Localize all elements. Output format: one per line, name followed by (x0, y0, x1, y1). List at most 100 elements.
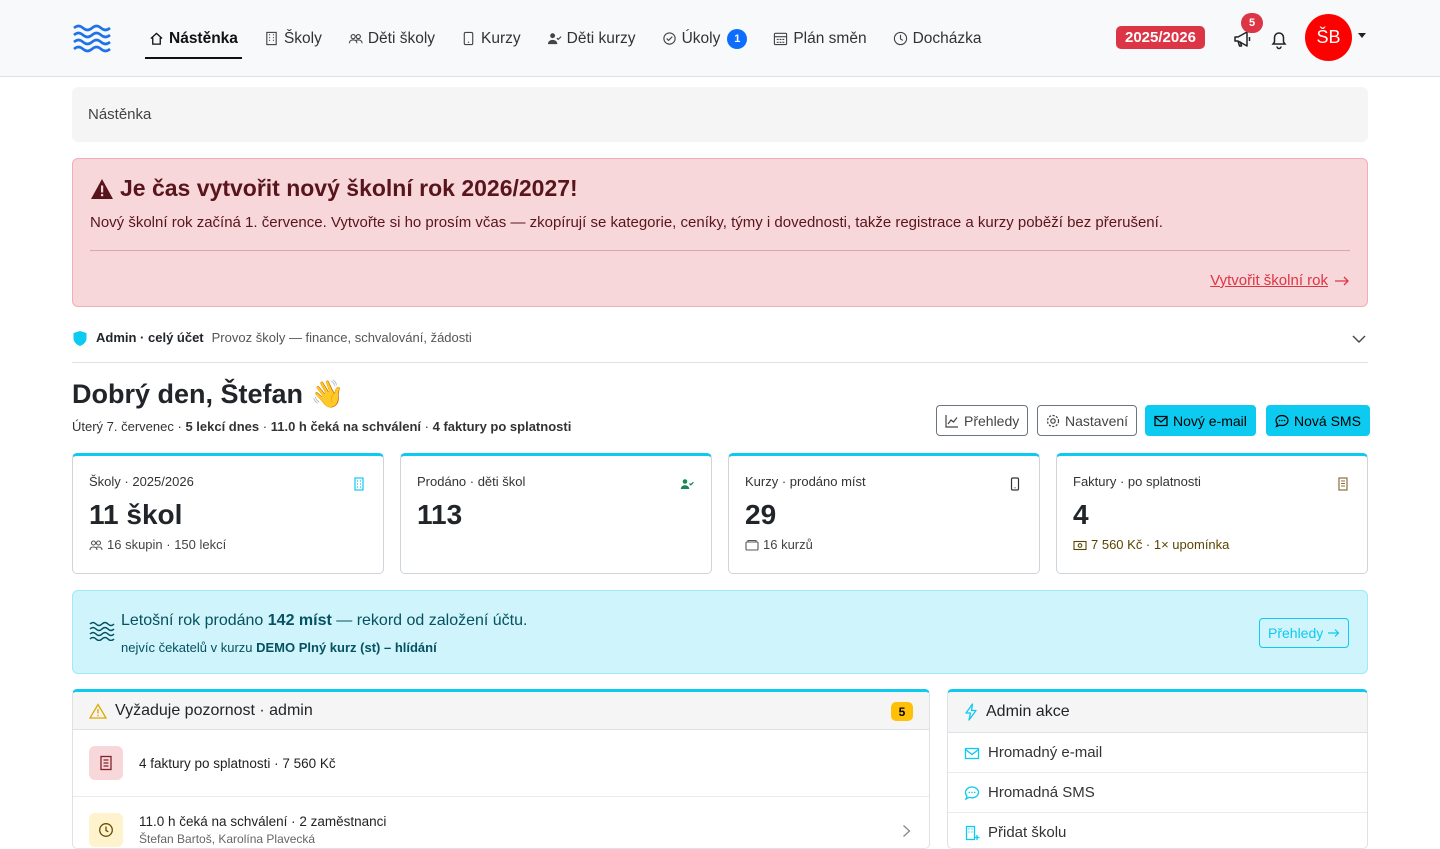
alert-title-text: Je čas vytvořit nový školní rok 2026/202… (120, 175, 578, 201)
nav-label: Školy (283, 29, 322, 47)
receipt-icon (100, 755, 112, 771)
person-check-icon (680, 479, 694, 489)
new-email-button[interactable]: Nový e-mail (1145, 405, 1256, 436)
new-school-year-alert: Je čas vytvořit nový školní rok 2026/202… (72, 158, 1368, 307)
banner-sub-text: nejvíc čekatelů v kurzu DEMO Plný kurz (… (121, 640, 437, 655)
admin-actions-panel: Admin akce Hromadný e-mail Hromadná SMS … (947, 689, 1368, 849)
chevron-down-icon[interactable] (1352, 334, 1366, 344)
greeting-invoices: 4 faktury po splatnosti (432, 419, 572, 434)
user-avatar[interactable]: ŠB (1305, 14, 1352, 61)
card-sub-text: 7 560 Kč · 1× upomínka (1091, 537, 1230, 552)
nav-item-shift-plan[interactable]: Plán směn (769, 0, 870, 77)
nav-label: Děti školy (367, 29, 436, 47)
settings-button-label: Nastavení (1065, 412, 1129, 429)
people-icon (89, 539, 103, 550)
attention-item[interactable]: 4 faktury po splatnosti · 7 560 Kč (73, 730, 929, 797)
nav-item-school-children[interactable]: Děti školy (344, 0, 439, 77)
greeting-date: Úterý 7. červenec · (72, 419, 186, 434)
chat-dots-icon (1275, 414, 1289, 428)
banner-overview-button[interactable]: Přehledy (1259, 618, 1350, 648)
waves-icon (89, 621, 115, 641)
attention-item-subtitle: Štefan Bartoš, Karolína Plavecká (139, 832, 316, 846)
add-school-label: Přidat školu (988, 824, 1067, 841)
role-label: Admin · celý účet (96, 330, 204, 345)
settings-button[interactable]: Nastavení (1037, 405, 1138, 436)
folder-icon (745, 539, 759, 551)
add-school-action[interactable]: Přidat školu (948, 813, 1367, 848)
record-sales-banner: Letošní rok prodáno 142 míst — rekord od… (72, 590, 1368, 674)
bell-icon[interactable] (1268, 28, 1290, 50)
chevron-right-icon (903, 825, 911, 837)
admin-actions-title: Admin akce (986, 703, 1070, 720)
nav-label: Plán směn (793, 29, 867, 47)
chat-dots-icon (964, 785, 980, 800)
top-navbar: Nástěnka Školy Děti školy Kurzy Děti kur… (0, 0, 1440, 77)
home-icon (150, 32, 163, 45)
banner-highlight: 142 míst (267, 612, 332, 629)
stat-card-courses[interactable]: Kurzy · prodáno míst 29 16 kurzů (728, 453, 1040, 574)
card-label: Prodáno · děti škol (417, 474, 526, 489)
role-selector[interactable]: Admin · celý účet Provoz školy — finance… (72, 330, 1368, 363)
tablet-icon (1010, 477, 1020, 491)
nav-item-tasks[interactable]: Úkoly 1 (658, 0, 752, 77)
card-sub-text: 16 kurzů (763, 537, 813, 552)
attention-panel-title: Vyžaduje pozornost · admin (115, 701, 313, 719)
envelope-icon (1154, 415, 1168, 426)
envelope-icon (964, 747, 980, 759)
nav-item-course-children[interactable]: Děti kurzy (543, 0, 640, 77)
gear-icon (1046, 414, 1060, 427)
overview-button-label: Přehledy (964, 412, 1020, 429)
person-check-icon (547, 33, 562, 45)
new-sms-button[interactable]: Nová SMS (1266, 405, 1370, 436)
greeting-pending: 11.0 h čeká na schválení (270, 419, 422, 434)
chart-line-icon (945, 414, 958, 428)
card-value: 11 škol (89, 499, 183, 530)
cash-icon (1073, 540, 1087, 550)
greeting-title: Dobrý den, Štefan 👋 (72, 379, 345, 409)
alert-text: Nový školní rok začíná 1. července. Vytv… (90, 214, 1163, 231)
warning-triangle-icon (89, 702, 107, 719)
card-value: 113 (417, 499, 463, 530)
bulk-sms-action[interactable]: Hromadná SMS (948, 773, 1367, 813)
card-sub: 16 skupin · 150 lekcí (89, 537, 367, 552)
arrow-right-icon (1328, 629, 1340, 637)
create-school-year-label: Vytvořit školní rok (1210, 272, 1328, 289)
overview-button[interactable]: Přehledy (936, 405, 1029, 436)
main-nav: Nástěnka Školy Děti školy Kurzy Děti kur… (145, 0, 1004, 77)
card-value: 4 (1073, 499, 1089, 530)
attention-item-icon (89, 746, 123, 780)
nav-item-schools[interactable]: Školy (260, 0, 326, 77)
banner-post: — rekord od založení účtu. (331, 612, 528, 629)
stat-card-sold-school-children[interactable]: Prodáno · děti škol 113 (400, 453, 712, 574)
bulk-email-label: Hromadný e-mail (988, 744, 1103, 761)
alert-divider (90, 250, 1350, 251)
nav-item-dashboard[interactable]: Nástěnka (145, 0, 242, 77)
user-menu-caret-icon[interactable] (1358, 33, 1366, 38)
bulk-sms-label: Hromadná SMS (988, 784, 1095, 801)
nav-item-courses[interactable]: Kurzy (457, 0, 525, 77)
card-sub: 16 kurzů (745, 537, 1023, 552)
banner-overview-label: Přehledy (1268, 625, 1324, 641)
receipt-icon (1338, 477, 1348, 491)
alert-title: Je čas vytvořit nový školní rok 2026/202… (90, 175, 1350, 202)
admin-actions-header: Admin akce (948, 692, 1367, 733)
card-sub: 7 560 Kč · 1× upomínka (1073, 537, 1351, 552)
waves-logo-icon[interactable] (72, 22, 112, 54)
stat-card-overdue-invoices[interactable]: Faktury · po splatnosti 4 7 560 Kč · 1× … (1056, 453, 1368, 574)
school-year-badge[interactable]: 2025/2026 (1116, 26, 1205, 49)
banner-pre: Letošní rok prodáno (121, 612, 268, 629)
building-icon (354, 477, 364, 491)
create-school-year-link[interactable]: Vytvořit školní rok (1210, 272, 1350, 289)
bulk-email-action[interactable]: Hromadný e-mail (948, 733, 1367, 773)
new-email-button-label: Nový e-mail (1173, 412, 1247, 429)
attention-item[interactable]: 11.0 h čeká na schválení · 2 zaměstnanci… (73, 797, 929, 848)
card-value: 29 (745, 499, 777, 530)
card-label: Kurzy · prodáno míst (745, 474, 866, 489)
attention-count-badge: 5 (891, 702, 913, 721)
nav-item-attendance[interactable]: Docházka (889, 0, 986, 77)
card-label: Školy · 2025/2026 (89, 474, 194, 489)
stat-card-schools[interactable]: Školy · 2025/2026 11 škol 16 skupin · 15… (72, 453, 384, 574)
announcements-count-badge: 5 (1241, 13, 1263, 33)
card-sub-text: 16 skupin · 150 lekcí (107, 537, 227, 552)
greeting-lessons: 5 lekcí dnes (185, 419, 260, 434)
